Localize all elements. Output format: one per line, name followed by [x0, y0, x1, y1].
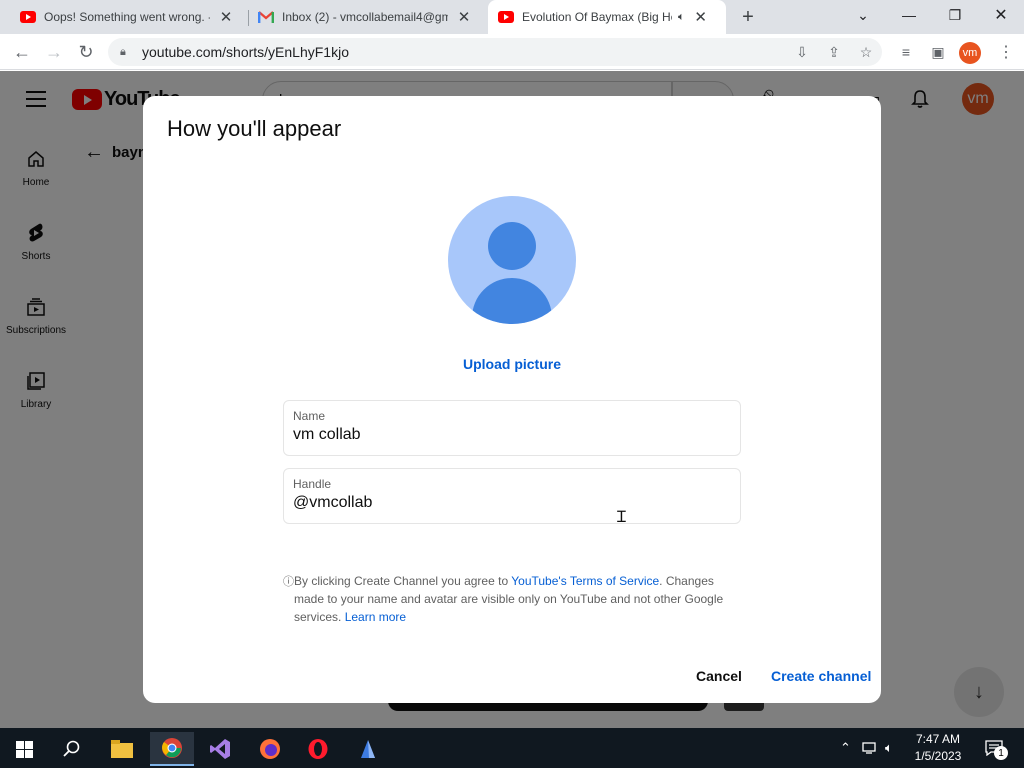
terms-notice: ⓘ By clicking Create Channel you agree t… — [283, 572, 733, 626]
upload-picture-link[interactable]: Upload picture — [143, 356, 881, 372]
close-tab-icon[interactable]: ✕ — [693, 9, 709, 26]
side-panel-icon[interactable]: ▣ — [926, 40, 950, 64]
terms-text: By clicking Create Channel you agree to … — [294, 572, 733, 626]
network-icon[interactable] — [862, 728, 878, 768]
clock-date: 1/5/2023 — [914, 749, 962, 763]
search-icon[interactable] — [50, 732, 94, 766]
restore-icon[interactable]: ❐ — [932, 0, 978, 30]
share-icon[interactable]: ⇪ — [822, 40, 846, 64]
youtube-icon — [20, 9, 36, 25]
learn-more-link[interactable]: Learn more — [345, 610, 406, 624]
youtube-icon — [498, 9, 514, 25]
windows-taskbar: ⌃ 🔈︎ 7:47 AM 1/5/2023 1 — [0, 728, 1024, 768]
browser-toolbar: ← → ↻ 🔒︎ youtube.com/shorts/yEnLhyF1kjo … — [0, 34, 1024, 70]
create-channel-dialog: How you'll appear Upload picture Name vm… — [143, 96, 881, 703]
menu-kebab-icon[interactable]: ⋮ — [994, 40, 1018, 64]
file-explorer-icon[interactable] — [100, 732, 144, 766]
handle-field-label: Handle — [293, 477, 332, 491]
url-text: youtube.com/shorts/yEnLhyF1kjo — [142, 44, 349, 60]
bookmark-star-icon[interactable]: ☆ — [854, 40, 878, 64]
visual-studio-icon[interactable] — [198, 732, 242, 766]
show-hidden-icons-icon[interactable]: ⌃ — [840, 728, 851, 768]
name-field-label: Name — [293, 409, 326, 423]
tab-title: Evolution Of Baymax (Big He — [522, 10, 672, 24]
close-window-icon[interactable]: ✕ — [978, 0, 1024, 30]
tab-divider — [248, 10, 249, 26]
terms-of-service-link[interactable]: YouTube's Terms of Service — [511, 574, 659, 588]
windows-start-icon[interactable] — [2, 732, 46, 766]
new-tab-button[interactable]: + — [736, 5, 760, 29]
gmail-icon — [258, 9, 274, 25]
text-cursor-icon: Ɪ — [617, 507, 626, 526]
notifications-icon[interactable]: 1 — [980, 734, 1008, 762]
browser-profile-avatar[interactable]: vm — [959, 42, 981, 64]
speaker-icon[interactable]: 🔈︎ — [678, 11, 685, 24]
handle-field[interactable]: Handle @vmcollab — [283, 468, 741, 524]
install-icon[interactable]: ⇩ — [790, 40, 814, 64]
firefox-icon[interactable] — [248, 732, 292, 766]
name-field[interactable]: Name vm collab — [283, 400, 741, 456]
notification-count-badge: 1 — [994, 746, 1008, 760]
default-avatar-icon — [448, 196, 576, 324]
tab-search-chevron-icon[interactable]: ⌄ — [840, 0, 886, 30]
app-icon[interactable] — [346, 732, 390, 766]
handle-input[interactable]: @vmcollab — [293, 494, 731, 512]
tab-oops[interactable]: Oops! Something went wrong. - ✕ — [12, 0, 246, 34]
info-icon: ⓘ — [283, 576, 294, 588]
dialog-title: How you'll appear — [167, 116, 342, 141]
reload-icon[interactable]: ↻ — [74, 40, 98, 64]
forward-arrow-icon[interactable]: → — [42, 40, 66, 64]
media-queue-icon[interactable]: ≡ — [894, 40, 918, 64]
chrome-icon[interactable] — [150, 732, 194, 766]
tab-title: Inbox (2) - vmcollabemail4@gmail — [282, 10, 448, 24]
tab-strip: Oops! Something went wrong. - ✕ Inbox (2… — [0, 0, 1024, 34]
name-input[interactable]: vm collab — [293, 426, 731, 444]
minimize-icon[interactable]: — — [886, 0, 932, 30]
terms-prefix: By clicking Create Channel you agree to — [294, 574, 512, 588]
opera-icon[interactable] — [296, 732, 340, 766]
create-channel-button[interactable]: Create channel — [771, 668, 871, 684]
cancel-button[interactable]: Cancel — [696, 668, 742, 684]
tab-gmail[interactable]: Inbox (2) - vmcollabemail4@gmail ✕ — [250, 0, 484, 34]
close-tab-icon[interactable]: ✕ — [456, 9, 472, 26]
close-tab-icon[interactable]: ✕ — [218, 9, 234, 26]
taskbar-clock[interactable]: 7:47 AM 1/5/2023 — [908, 731, 968, 765]
tab-title: Oops! Something went wrong. - — [44, 10, 210, 24]
clock-time: 7:47 AM — [915, 732, 961, 746]
lock-icon: 🔒︎ — [120, 45, 126, 58]
back-arrow-icon[interactable]: ← — [10, 40, 34, 64]
tab-baymax[interactable]: Evolution Of Baymax (Big He 🔈︎ ✕ — [488, 0, 726, 34]
volume-icon[interactable]: 🔈︎ — [885, 728, 893, 768]
address-bar[interactable]: 🔒︎ youtube.com/shorts/yEnLhyF1kjo — [108, 38, 882, 66]
